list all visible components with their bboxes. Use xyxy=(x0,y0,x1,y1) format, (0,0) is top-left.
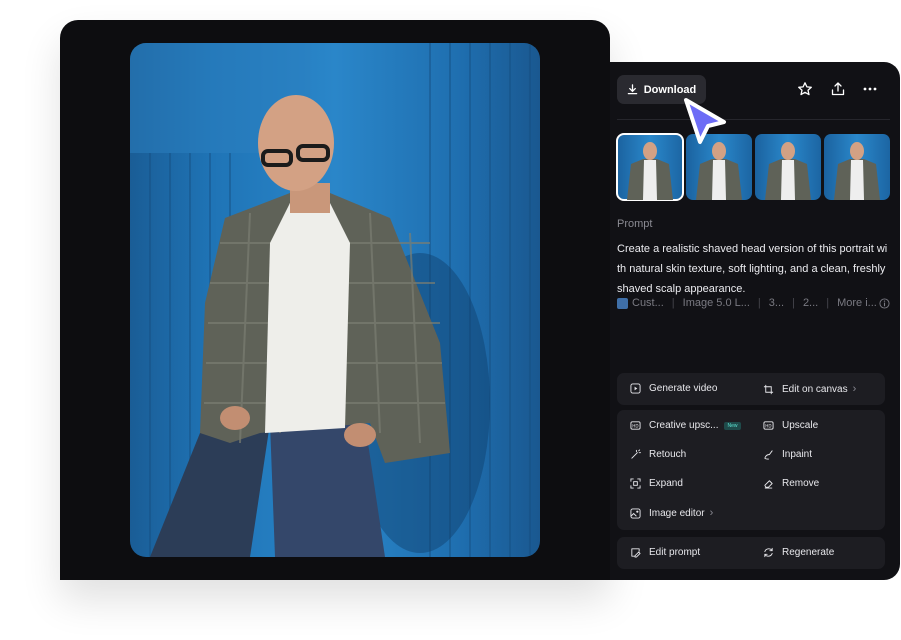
creative-upscale-button[interactable]: HD Creative upsc... New xyxy=(630,420,741,431)
chevron-right-icon: › xyxy=(709,507,714,519)
edit-prompt-icon xyxy=(631,548,641,558)
image-edit-icon xyxy=(630,507,641,519)
edit-prompt-button[interactable]: Edit prompt xyxy=(630,547,700,558)
info-icon[interactable] xyxy=(879,297,890,309)
thumbnail-3[interactable] xyxy=(755,134,821,200)
main-generated-image[interactable] xyxy=(130,43,540,557)
panel-toolbar: Download xyxy=(617,75,890,105)
meta-more[interactable]: More i... xyxy=(837,297,877,309)
toolbar-divider xyxy=(617,119,890,120)
image-canvas-card xyxy=(60,20,610,580)
regenerate-button[interactable]: Regenerate xyxy=(763,547,834,558)
meta-resolution[interactable]: 2... xyxy=(803,297,818,309)
pointer-cursor-icon xyxy=(684,98,726,144)
generation-meta-row: Cust... | Image 5.0 L... | 3... | 2... |… xyxy=(617,297,890,309)
image-editor-button[interactable]: Image editor › xyxy=(630,507,713,519)
svg-text:HD: HD xyxy=(632,423,638,428)
download-icon xyxy=(627,84,637,95)
crop-icon xyxy=(763,384,774,394)
prompt-label: Prompt xyxy=(617,218,653,230)
play-icon xyxy=(630,383,641,394)
retouch-button[interactable]: Retouch xyxy=(630,449,686,460)
generate-video-button[interactable]: Generate video xyxy=(630,383,717,394)
thumbnail-4[interactable] xyxy=(824,134,890,200)
star-icon[interactable] xyxy=(797,81,813,97)
meta-ratio[interactable]: 3... xyxy=(769,297,784,309)
inpaint-button[interactable]: Inpaint xyxy=(763,449,812,460)
share-icon[interactable] xyxy=(830,81,846,97)
edit-on-canvas-button[interactable]: Edit on canvas › xyxy=(763,383,856,395)
download-label: Download xyxy=(643,83,697,96)
action-group-prompt: Edit prompt Regenerate xyxy=(617,537,885,569)
thumbnail-1[interactable] xyxy=(616,133,684,201)
expand-button[interactable]: Expand xyxy=(630,478,683,489)
eraser-icon xyxy=(764,480,773,489)
refresh-icon xyxy=(764,547,773,558)
custom-model-icon xyxy=(617,297,628,309)
magic-wand-icon xyxy=(631,449,641,459)
image-details-panel: Download Prompt Create a realistic shave… xyxy=(610,62,900,580)
upscale-button[interactable]: HD Upscale xyxy=(763,420,818,431)
prompt-text: Create a realistic shaved head version o… xyxy=(617,243,888,295)
hd-icon: HD xyxy=(763,421,774,430)
more-icon[interactable] xyxy=(862,81,878,97)
meta-custom[interactable]: Cust... xyxy=(632,297,664,309)
meta-model[interactable]: Image 5.0 L... xyxy=(683,297,750,309)
remove-button[interactable]: Remove xyxy=(763,478,819,489)
brush-icon xyxy=(764,450,773,460)
svg-text:HD: HD xyxy=(765,423,771,428)
new-badge: New xyxy=(724,421,741,430)
chevron-right-icon: › xyxy=(852,383,857,395)
action-group-edit: HD Creative upsc... New HD Upscale Retouc… xyxy=(617,410,885,530)
portrait-illustration xyxy=(130,43,531,557)
hd-sparkle-icon: HD xyxy=(630,421,641,430)
action-group-video: Generate video Edit on canvas › xyxy=(617,373,885,405)
expand-icon xyxy=(630,478,641,489)
thumbnail-strip xyxy=(616,133,890,201)
